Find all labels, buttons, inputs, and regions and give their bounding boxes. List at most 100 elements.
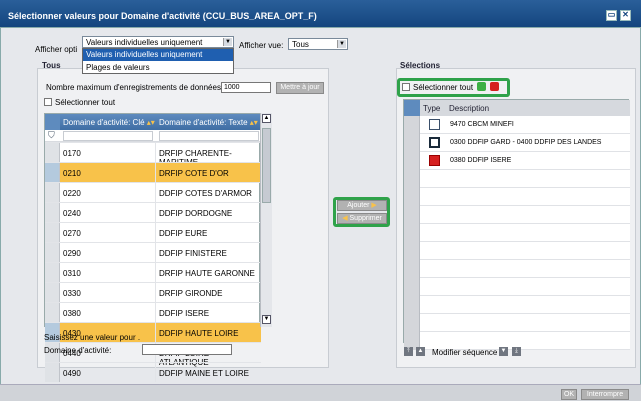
empty-selection-row[interactable] bbox=[404, 224, 630, 242]
table-row[interactable]: 0170DRFIP CHARENTE-MARITIME bbox=[45, 142, 261, 167]
ok-button[interactable]: OK bbox=[561, 389, 577, 400]
column-divider bbox=[155, 283, 156, 302]
row-selector[interactable] bbox=[45, 203, 60, 222]
row-selector[interactable] bbox=[45, 163, 60, 182]
selections-column-description[interactable]: Description bbox=[446, 100, 630, 116]
row-key: 0330 bbox=[63, 289, 81, 298]
cancel-button[interactable]: Interrompre bbox=[581, 389, 629, 400]
window-title-bar: Sélectionner valeurs pour Domaine d'acti… bbox=[0, 0, 641, 27]
table-row[interactable]: 0330 DRFIP GIRONDE bbox=[45, 282, 261, 302]
scroll-up-icon[interactable]: ▲ bbox=[262, 114, 271, 123]
row-selector[interactable] bbox=[404, 224, 420, 242]
filter-icon[interactable]: ⛉ bbox=[48, 130, 55, 141]
exclude-icon[interactable] bbox=[490, 82, 499, 91]
scroll-thumb[interactable] bbox=[262, 128, 271, 203]
row-selector[interactable] bbox=[404, 170, 420, 188]
row-selector[interactable] bbox=[404, 260, 420, 278]
empty-selection-row[interactable] bbox=[404, 206, 630, 224]
row-selector[interactable] bbox=[404, 152, 420, 170]
row-text: DDFIP COTES D'ARMOR bbox=[159, 189, 252, 198]
row-selector[interactable] bbox=[45, 183, 60, 202]
afficher-options-select[interactable]: Valeurs individuelles uniquement ▼ bbox=[82, 36, 234, 48]
domaine-input[interactable] bbox=[142, 344, 232, 355]
empty-selection-row[interactable] bbox=[404, 170, 630, 188]
table-row[interactable]: 0380 DDFIP ISERE bbox=[45, 302, 261, 322]
filter-row: ⛉ bbox=[45, 130, 261, 142]
table-row[interactable]: 0220 DDFIP COTES D'ARMOR bbox=[45, 182, 261, 202]
empty-selection-row[interactable] bbox=[404, 314, 630, 332]
remove-button[interactable]: ◀ Supprimer bbox=[337, 213, 387, 224]
afficher-vue-select[interactable]: Tous ▼ bbox=[288, 38, 348, 50]
selection-row[interactable]: 0380 DDFIP ISERE bbox=[404, 152, 630, 170]
tab-tous[interactable]: Tous bbox=[42, 61, 61, 70]
row-selector[interactable] bbox=[45, 283, 60, 302]
filter-key-input[interactable] bbox=[63, 131, 153, 141]
row-text: DDFIP EURE bbox=[159, 229, 208, 238]
row-selector[interactable] bbox=[45, 223, 60, 242]
footer-bar bbox=[0, 384, 641, 401]
scroll-down-icon[interactable]: ▼ bbox=[262, 315, 271, 324]
window-title: Sélectionner valeurs pour Domaine d'acti… bbox=[8, 11, 317, 21]
empty-selection-row[interactable] bbox=[404, 188, 630, 206]
row-selector[interactable] bbox=[45, 303, 60, 322]
column-header-text[interactable]: Domaine d'activité: Texte ▴▾ bbox=[156, 114, 261, 130]
row-selector[interactable] bbox=[404, 296, 420, 314]
select-all-checkbox[interactable] bbox=[44, 98, 52, 106]
table-row[interactable]: 0290 DDFIP FINISTERE bbox=[45, 242, 261, 262]
max-records-label: Nombre maximum d'enregistrements de donn… bbox=[46, 83, 224, 92]
afficher-options-value: Valeurs individuelles uniquement bbox=[86, 38, 203, 47]
single-value-icon bbox=[429, 119, 440, 130]
row-selector[interactable] bbox=[45, 243, 60, 262]
minimize-icon[interactable]: ▭ bbox=[606, 10, 617, 21]
row-key: 0240 bbox=[63, 209, 81, 218]
arrow-right-icon: ▶ bbox=[369, 202, 377, 209]
row-selector[interactable] bbox=[404, 242, 420, 260]
row-selector[interactable] bbox=[404, 188, 420, 206]
column-divider bbox=[155, 263, 156, 282]
table-row[interactable]: 0270 DDFIP EURE bbox=[45, 222, 261, 242]
max-records-input[interactable]: 1000 bbox=[221, 82, 271, 93]
table-row[interactable]: 0210 DRFIP COTE D'OR bbox=[45, 162, 261, 182]
empty-selection-row[interactable] bbox=[404, 296, 630, 314]
row-key: 0380 bbox=[63, 309, 81, 318]
move-up-icon[interactable]: ▲ bbox=[416, 347, 425, 356]
row-text: DRFIP HAUTE GARONNE bbox=[159, 269, 255, 278]
dropdown-option-ranges[interactable]: Plages de valeurs bbox=[83, 61, 233, 73]
empty-selection-row[interactable] bbox=[404, 278, 630, 296]
row-selector[interactable] bbox=[404, 314, 420, 332]
table-row[interactable]: 0490 DDFIP MAINE ET LOIRE bbox=[45, 362, 261, 382]
values-table: Domaine d'activité: Clé ▴▾ Domaine d'act… bbox=[44, 113, 261, 382]
column-divider bbox=[155, 203, 156, 222]
move-down-icon[interactable]: ▼ bbox=[499, 347, 508, 356]
selection-row[interactable]: 0300 DDFIP GARD - 0400 DDFIP DES LANDES bbox=[404, 134, 630, 152]
dropdown-option-individual[interactable]: Valeurs individuelles uniquement bbox=[83, 49, 233, 61]
row-selector[interactable] bbox=[45, 143, 60, 162]
selections-column-type[interactable]: Type bbox=[420, 100, 446, 116]
row-selector[interactable] bbox=[404, 116, 420, 134]
row-selector[interactable] bbox=[404, 206, 420, 224]
empty-selection-row[interactable] bbox=[404, 242, 630, 260]
values-scrollbar[interactable]: ▲ ▼ bbox=[260, 113, 272, 327]
row-key: 0290 bbox=[63, 249, 81, 258]
move-top-icon[interactable]: ⤒ bbox=[404, 347, 413, 356]
filter-text-input[interactable] bbox=[159, 131, 259, 141]
table-row[interactable]: 0240 DDFIP DORDOGNE bbox=[45, 202, 261, 222]
afficher-vue-value: Tous bbox=[292, 40, 309, 49]
update-button[interactable]: Mettre à jour bbox=[276, 82, 324, 94]
domaine-label: Domaine d'activité: bbox=[44, 346, 112, 355]
selection-row[interactable]: 9470 CBCM MINEFI bbox=[404, 116, 630, 134]
include-icon[interactable] bbox=[477, 82, 486, 91]
table-row[interactable]: 0310 DRFIP HAUTE GARONNE bbox=[45, 262, 261, 282]
row-selector[interactable] bbox=[45, 263, 60, 282]
selections-table: Type Description 9470 CBCM MINEFI 0300 DD… bbox=[403, 99, 630, 350]
close-icon[interactable]: ✕ bbox=[620, 10, 631, 21]
empty-selection-row[interactable] bbox=[404, 260, 630, 278]
move-bottom-icon[interactable]: ⤓ bbox=[512, 347, 521, 356]
selections-select-all-checkbox[interactable] bbox=[402, 83, 410, 91]
add-button[interactable]: Ajouter ▶ bbox=[337, 200, 387, 211]
row-selector[interactable] bbox=[404, 134, 420, 152]
row-selector[interactable] bbox=[45, 363, 60, 382]
column-header-key[interactable]: Domaine d'activité: Clé ▴▾ bbox=[60, 114, 156, 130]
row-selector[interactable] bbox=[404, 278, 420, 296]
chevron-down-icon: ▼ bbox=[337, 40, 346, 48]
